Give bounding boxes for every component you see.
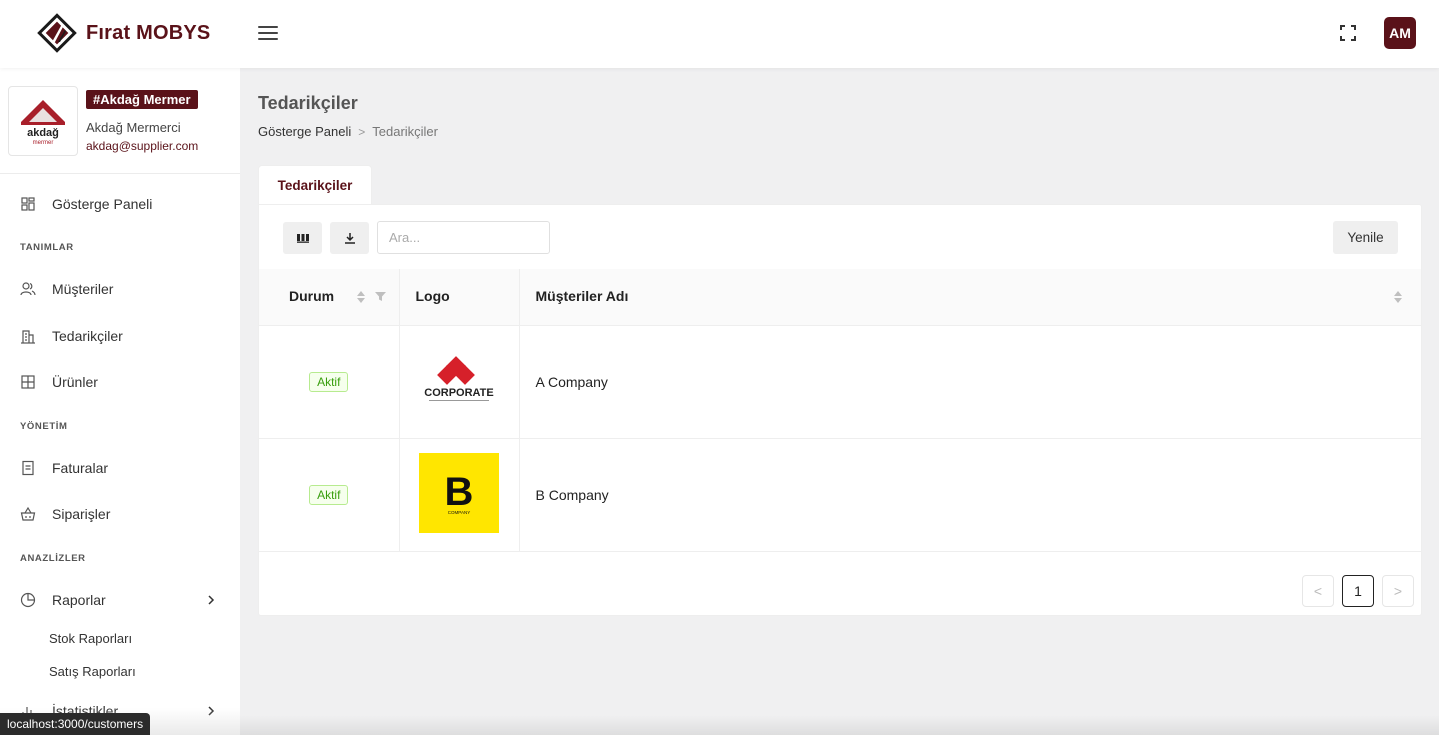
brand-logo-icon (37, 13, 77, 53)
grid-icon (21, 375, 35, 389)
supplier-tag: #Akdağ Mermer (86, 90, 198, 109)
invoice-icon (22, 460, 34, 476)
top-header: Fırat MOBYS AM (0, 0, 1439, 68)
supplier-logo-text: akdağ (27, 127, 59, 139)
pagination-page-1[interactable]: 1 (1342, 575, 1374, 607)
refresh-button[interactable]: Yenile (1333, 221, 1398, 254)
column-header-status[interactable]: Durum (259, 269, 400, 326)
sort-icon[interactable] (1393, 290, 1403, 304)
status-cell: Aktif (259, 325, 400, 439)
pie-chart-icon (20, 592, 36, 608)
company-logo-text: B (445, 470, 474, 514)
filter-icon[interactable] (375, 291, 386, 302)
name-cell: A Company (519, 325, 1421, 439)
brand[interactable]: Fırat MOBYS (36, 12, 210, 54)
company-logo-text: CORPORATE (424, 387, 493, 399)
sidebar-item-customers[interactable]: Müşteriler (0, 271, 240, 307)
sidebar-item-label: Gösterge Paneli (52, 196, 153, 212)
section-title-definitions: TANIMLAR (20, 242, 74, 253)
supplier-logo: akdağ mermer (8, 86, 78, 156)
breadcrumb-home[interactable]: Gösterge Paneli (258, 124, 351, 139)
logo-cell: CORPORATE (399, 325, 520, 439)
suppliers-card: Yenile Durum Logo Müşteriler Adı (258, 204, 1422, 616)
company-logo-b: B COMPANY (419, 453, 499, 533)
page-title: Tedarikçiler (258, 93, 358, 113)
column-header-name[interactable]: Müşteriler Adı (519, 269, 1421, 326)
status-cell: Aktif (259, 438, 400, 552)
column-header-label: Durum (289, 288, 335, 304)
download-icon (344, 233, 355, 244)
sidebar-item-label: Raporlar (52, 592, 106, 608)
table-row[interactable]: Aktif B COMPANY B Company (259, 438, 1421, 552)
columns-button[interactable] (283, 222, 322, 254)
sidebar-item-reports[interactable]: Raporlar (0, 582, 240, 618)
users-icon (20, 282, 36, 296)
company-logo-corporate: CORPORATE (424, 356, 494, 401)
sidebar-item-label: Tedarikçiler (52, 328, 123, 344)
sidebar-item-products[interactable]: Ürünler (0, 364, 240, 400)
browser-status-url: localhost:3000/customers (0, 713, 151, 735)
supplier-email: akdag@supplier.com (86, 139, 199, 153)
status-badge: Aktif (309, 371, 349, 392)
supplier-logo-subtext: mermer (33, 140, 54, 146)
download-button[interactable] (330, 222, 369, 254)
tab-suppliers[interactable]: Tedarikçiler (258, 165, 372, 205)
sidebar-item-suppliers[interactable]: Tedarikçiler (0, 318, 240, 354)
building-icon (21, 330, 35, 344)
search-input[interactable] (377, 221, 550, 254)
fullscreen-icon[interactable] (1339, 24, 1357, 42)
bottom-shadow (240, 715, 1439, 735)
chevron-right-icon (208, 595, 215, 605)
supplier-profile: akdağ mermer #Akdağ Mermer Akdağ Mermerc… (8, 86, 232, 166)
menu-toggle-icon[interactable] (258, 26, 278, 42)
sidebar-item-label: Ürünler (52, 374, 98, 390)
column-header-label: Müşteriler Adı (535, 288, 629, 304)
sidebar-item-label: Faturalar (52, 460, 109, 476)
sidebar-item-label: Siparişler (52, 506, 111, 522)
brand-name: Fırat MOBYS (86, 21, 211, 44)
section-title-analyses: ANAZLİZLER (20, 553, 86, 564)
sidebar-item-dashboard[interactable]: Gösterge Paneli (0, 186, 240, 222)
sidebar-subitem-sales-reports[interactable]: Satış Raporları (49, 664, 136, 679)
section-title-management: YÖNETİM (20, 421, 68, 432)
shopping-basket-icon (20, 506, 36, 521)
sidebar-divider (0, 173, 240, 174)
breadcrumb: Gösterge Paneli > Tedarikçiler (258, 124, 438, 139)
pagination-prev-button[interactable]: < (1302, 575, 1334, 607)
sidebar: akdağ mermer #Akdağ Mermer Akdağ Mermerc… (0, 68, 240, 735)
breadcrumb-separator-icon: > (358, 124, 366, 139)
column-header-label: Logo (415, 288, 450, 304)
pagination-next-button[interactable]: > (1382, 575, 1414, 607)
columns-icon (296, 234, 309, 243)
user-avatar[interactable]: AM (1384, 17, 1416, 49)
breadcrumb-current: Tedarikçiler (372, 124, 438, 139)
suppliers-table: Durum Logo Müşteriler Adı Aktif CORPORAT… (259, 269, 1421, 552)
sidebar-item-label: Müşteriler (52, 281, 114, 297)
column-header-logo: Logo (399, 269, 520, 326)
logo-cell: B COMPANY (399, 438, 520, 552)
sidebar-subitem-stock-reports[interactable]: Stok Raporları (49, 631, 132, 646)
sort-icon[interactable] (356, 290, 366, 304)
sidebar-item-orders[interactable]: Siparişler (0, 496, 240, 532)
table-header-row: Durum Logo Müşteriler Adı (259, 269, 1421, 326)
supplier-name: Akdağ Mermerci (86, 120, 181, 135)
name-cell: B Company (519, 438, 1421, 552)
sidebar-item-invoices[interactable]: Faturalar (0, 450, 240, 486)
table-row[interactable]: Aktif CORPORATE A Company (259, 325, 1421, 439)
dashboard-icon (21, 197, 35, 211)
status-badge: Aktif (309, 484, 349, 505)
company-logo-subtext: COMPANY (448, 510, 470, 515)
